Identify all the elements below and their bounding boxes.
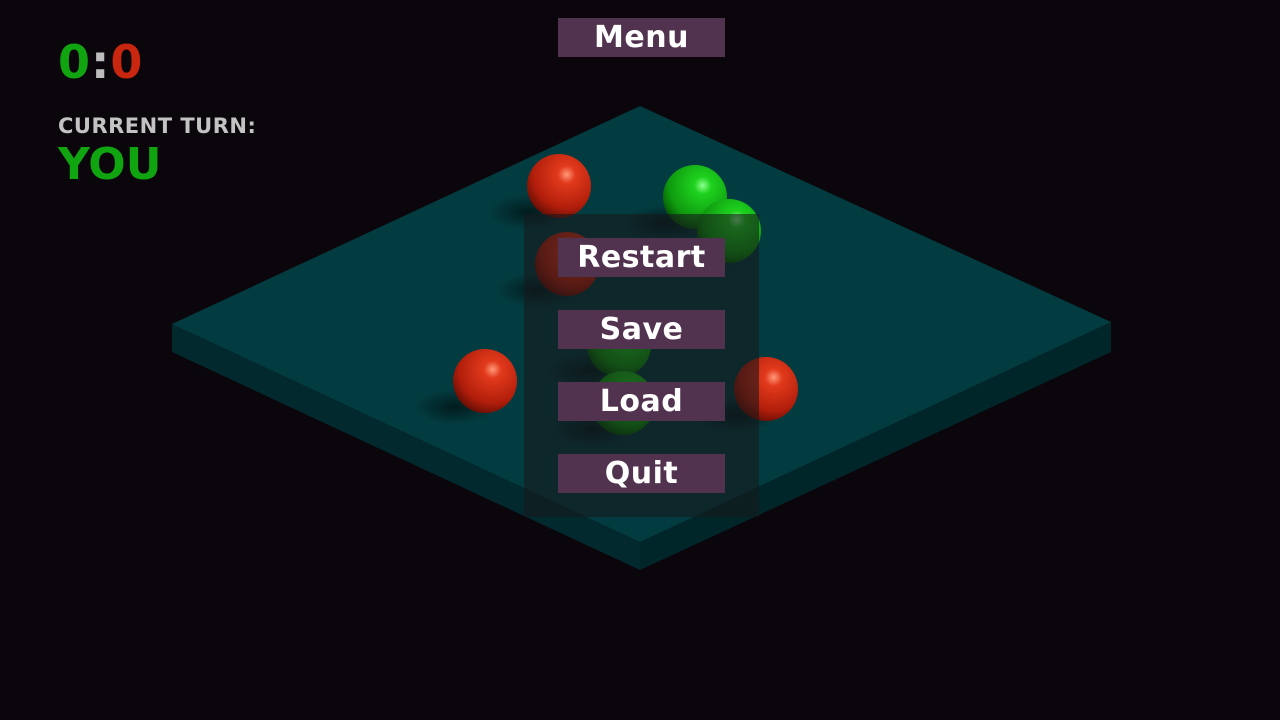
save-button[interactable]: Save [558,310,725,349]
load-button[interactable]: Load [558,382,725,421]
opponent-score: 0 [110,35,144,89]
quit-button[interactable]: Quit [558,454,725,493]
score-display: 0:0 [58,34,143,90]
menu-button[interactable]: Menu [558,18,725,57]
restart-button[interactable]: Restart [558,238,725,277]
red-ball[interactable] [453,349,517,413]
player-score: 0 [58,35,92,89]
score-separator: : [91,35,111,89]
red-ball[interactable] [527,154,591,218]
current-turn-label: CURRENT TURN: [58,114,257,138]
current-turn-value: YOU [58,139,162,190]
